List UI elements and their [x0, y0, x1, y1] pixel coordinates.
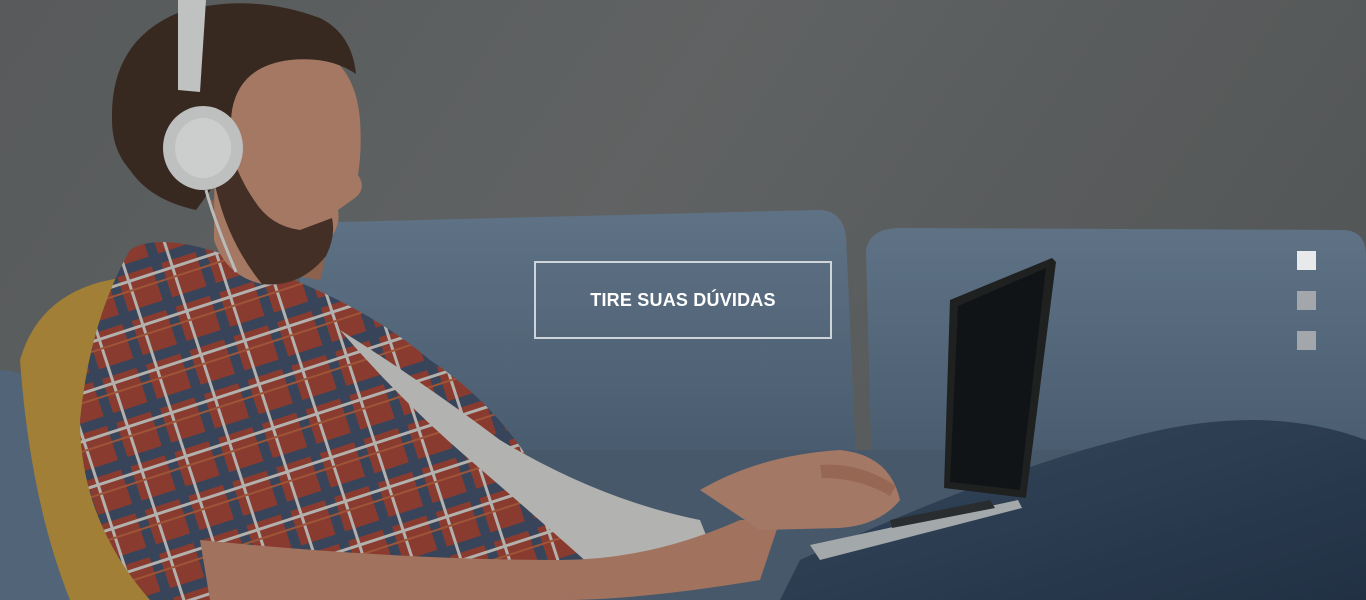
slider-dot-2[interactable] — [1297, 291, 1316, 310]
slider-dot-1[interactable] — [1297, 251, 1316, 270]
hero-banner: TIRE SUAS DÚVIDAS — [0, 0, 1366, 600]
slider-dot-3[interactable] — [1297, 331, 1316, 350]
slider-pagination — [1297, 251, 1316, 350]
faq-cta-button[interactable]: TIRE SUAS DÚVIDAS — [534, 261, 832, 339]
